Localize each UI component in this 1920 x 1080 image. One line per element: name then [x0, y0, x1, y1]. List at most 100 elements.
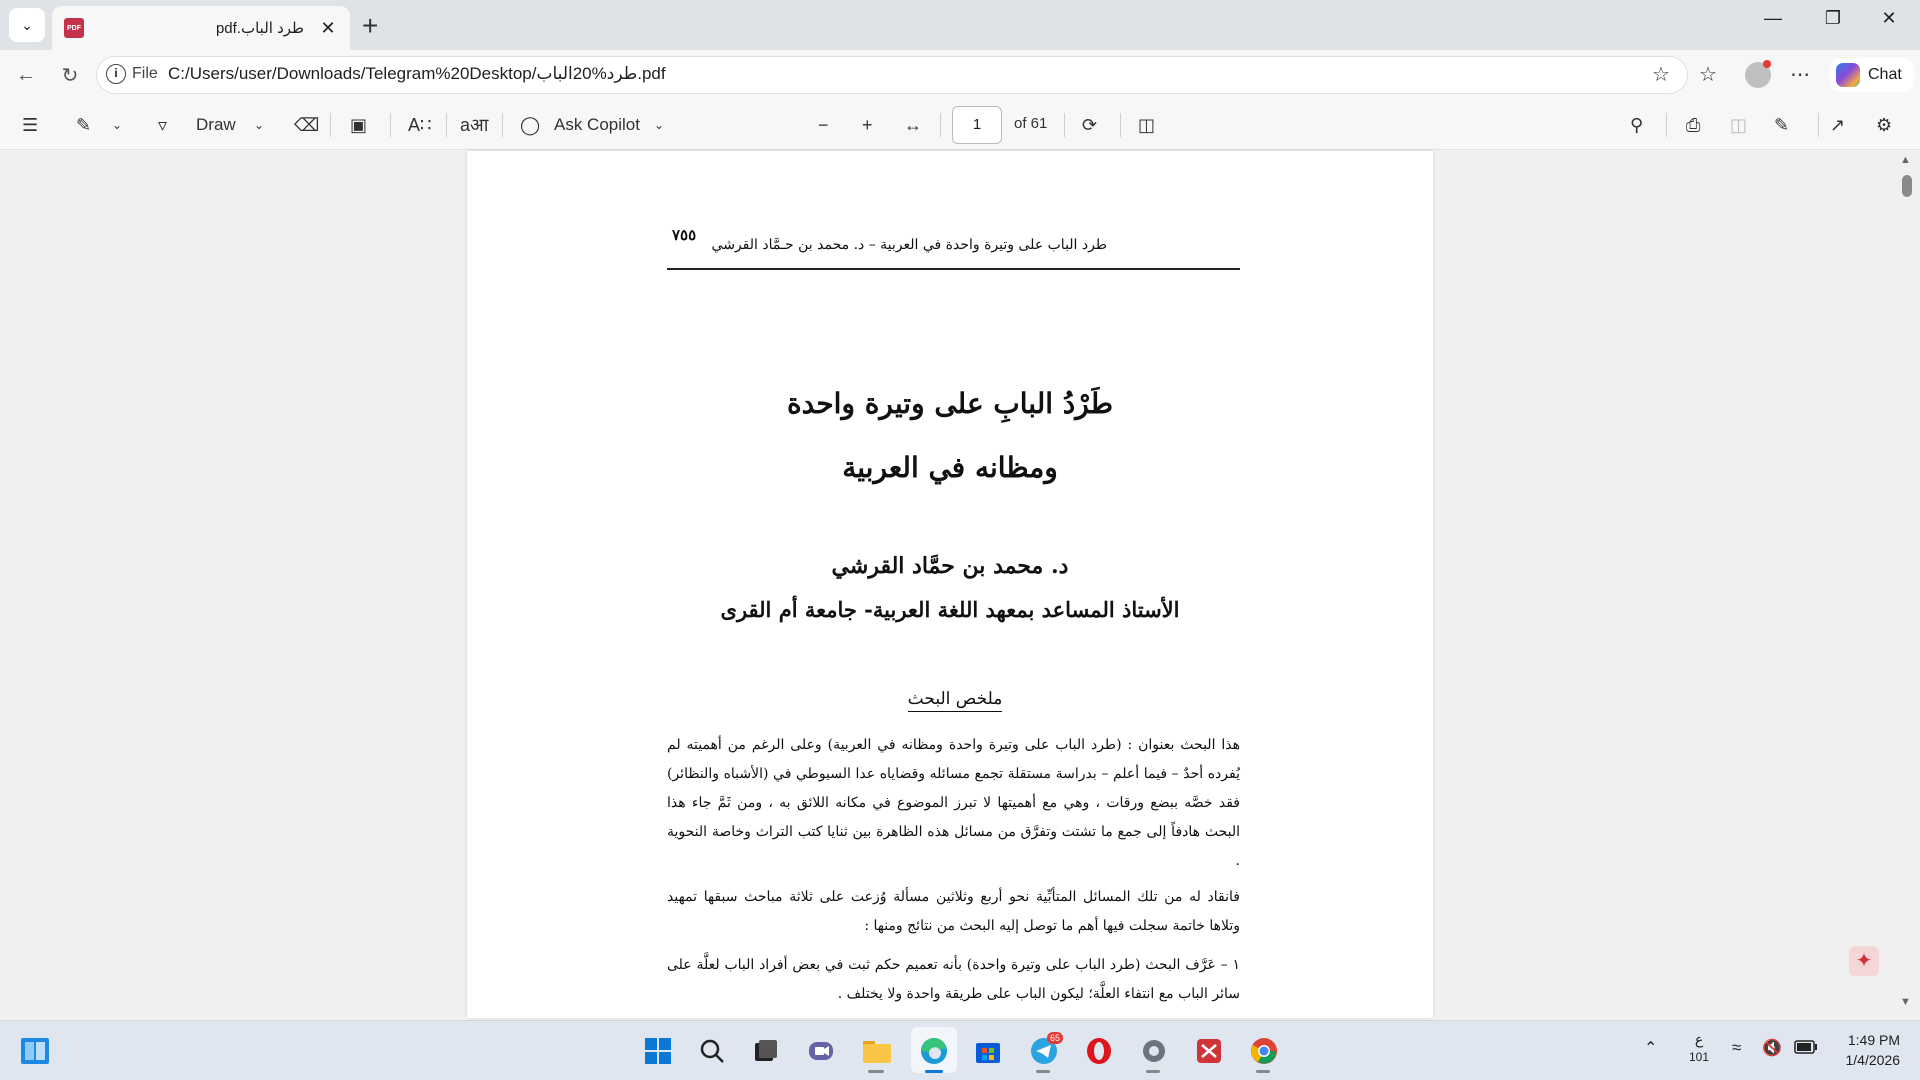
contents-list-icon[interactable]: ☰: [22, 114, 38, 136]
opera-icon[interactable]: [1084, 1036, 1114, 1066]
language-script: ع: [1694, 1031, 1704, 1047]
wifi-icon[interactable]: ≈: [1732, 1038, 1741, 1058]
widgets-icon[interactable]: [20, 1036, 50, 1066]
running-indicator: [1146, 1070, 1160, 1073]
file-explorer-icon[interactable]: [862, 1036, 892, 1066]
battery-icon[interactable]: [1794, 1040, 1818, 1057]
back-arrow-icon[interactable]: ←: [12, 62, 40, 88]
chevron-down-icon[interactable]: ⌄: [112, 114, 122, 136]
header-rule: [667, 268, 1240, 270]
browser-tab[interactable]: PDF طرد الباب.pdf ✕: [52, 6, 350, 50]
search-icon[interactable]: ⚲: [1630, 114, 1643, 136]
chevron-down-icon: ⌄: [21, 16, 33, 33]
snipping-tool-icon[interactable]: [1194, 1036, 1224, 1066]
refresh-icon[interactable]: ↻: [56, 62, 84, 88]
favorite-star-icon[interactable]: ☆: [1652, 62, 1670, 87]
system-clock[interactable]: 1:49 PM 1/4/2026: [1838, 1030, 1901, 1070]
zoom-out-icon[interactable]: −: [818, 114, 829, 136]
divider: [1818, 113, 1819, 137]
taskbar: [0, 1020, 1920, 1080]
running-indicator: [1256, 1070, 1270, 1073]
read-aloud-icon[interactable]: A∷: [408, 114, 431, 136]
favorites-list-icon[interactable]: ☆: [1699, 62, 1717, 87]
language-code: 101: [1688, 1050, 1710, 1064]
page-view-icon[interactable]: ◫: [1138, 114, 1155, 136]
fit-width-icon[interactable]: ↔: [904, 114, 922, 136]
task-view-icon[interactable]: [751, 1036, 781, 1066]
divider: [330, 113, 331, 137]
running-indicator: [868, 1070, 884, 1073]
divider: [446, 113, 447, 137]
divider: [1064, 113, 1065, 137]
divider: [502, 113, 503, 137]
info-icon[interactable]: i: [106, 64, 126, 84]
clock-date: 1/4/2026: [1845, 1052, 1901, 1068]
notification-dot: [1763, 60, 1771, 68]
meet-icon[interactable]: [806, 1036, 836, 1066]
chevron-down-icon[interactable]: ⌄: [654, 114, 664, 136]
translate-icon[interactable]: aआ: [460, 114, 488, 136]
author-affiliation: الأستاذ المساعد بمعهد اللغة العربية- جام…: [720, 597, 1180, 622]
scrollbar[interactable]: [1896, 151, 1920, 1018]
notification-badge: 65: [1047, 1032, 1063, 1044]
save-icon[interactable]: ◫: [1730, 114, 1747, 136]
highlight-icon[interactable]: ✎: [76, 114, 91, 136]
chrome-icon[interactable]: [1249, 1036, 1279, 1066]
language-indicator[interactable]: ع 101: [1688, 1030, 1710, 1066]
fullscreen-icon[interactable]: ↗: [1830, 114, 1845, 136]
chevron-down-icon[interactable]: ⌄: [254, 114, 264, 136]
divider: [940, 113, 941, 137]
show-hidden-icons-icon[interactable]: ⌃: [1644, 1038, 1657, 1058]
zoom-in-icon[interactable]: +: [862, 114, 873, 136]
document-title-line2: ومظانه في العربية: [842, 451, 1058, 484]
clock-time: 1:49 PM: [1847, 1032, 1900, 1048]
abstract-heading: ملخص البحث: [467, 689, 1433, 712]
scheme-label: File: [132, 65, 158, 82]
scroll-up-icon[interactable]: ▲: [1900, 154, 1911, 166]
divider: [1666, 113, 1667, 137]
scroll-down-icon[interactable]: ▼: [1900, 996, 1911, 1008]
close-window-icon[interactable]: ✕: [1866, 8, 1912, 29]
start-menu-icon[interactable]: [643, 1036, 673, 1066]
ask-copilot-label[interactable]: Ask Copilot: [554, 114, 640, 136]
copilot-icon: [1836, 63, 1860, 87]
add-text-icon[interactable]: ▣: [350, 114, 367, 136]
divider: [1120, 113, 1121, 137]
eraser-icon[interactable]: ⌫: [294, 114, 319, 136]
minimize-icon[interactable]: —: [1750, 8, 1796, 29]
copilot-chat-button[interactable]: Chat: [1830, 58, 1914, 92]
maximize-icon[interactable]: ❐: [1810, 8, 1856, 29]
draw-icon[interactable]: ▿: [158, 114, 167, 136]
abstract-heading-text: ملخص البحث: [907, 689, 1003, 712]
new-tab-button[interactable]: +: [362, 10, 378, 42]
pdf-page: ٧٥٥ طرد الباب على وتيرة واحدة في العربية…: [467, 151, 1433, 1018]
volume-muted-icon[interactable]: 🔇: [1762, 1038, 1782, 1058]
page-header-text: طرد الباب على وتيرة واحدة في العربية – د…: [711, 237, 1107, 253]
chat-label: Chat: [1868, 66, 1902, 83]
edge-browser-icon[interactable]: [919, 1036, 949, 1066]
scroll-thumb[interactable]: [1902, 175, 1912, 197]
acrobat-icon[interactable]: ✦: [1849, 946, 1879, 976]
close-tab-icon[interactable]: ✕: [318, 18, 338, 39]
author-name: د. محمد بن حمَّاد القرشي: [831, 553, 1069, 579]
more-menu-icon[interactable]: ⋯: [1790, 62, 1810, 87]
save-as-icon[interactable]: ✎: [1774, 114, 1789, 136]
store-icon[interactable]: [973, 1036, 1003, 1066]
page-total-label: of 61: [1014, 115, 1048, 132]
print-icon[interactable]: ⎙: [1686, 114, 1700, 136]
settings-gear-icon[interactable]: ⚙: [1876, 114, 1892, 136]
draw-label[interactable]: Draw: [196, 114, 236, 136]
settings-gear-icon[interactable]: [1139, 1036, 1169, 1066]
document-title-line1: طَرْدُ البابِ على وتيرة واحدة: [786, 387, 1114, 420]
copilot-icon[interactable]: ◯: [520, 114, 540, 136]
page-number-input[interactable]: 1: [952, 106, 1002, 144]
pdf-file-icon: PDF: [64, 18, 84, 38]
rotate-icon[interactable]: ⟳: [1082, 114, 1097, 136]
running-indicator: [1036, 1070, 1050, 1073]
page-header-number: ٧٥٥: [672, 226, 697, 244]
url-text[interactable]: C:/Users/user/Downloads/Telegram%20Deskt…: [168, 64, 666, 84]
active-indicator: [925, 1070, 943, 1073]
search-icon[interactable]: [697, 1036, 727, 1066]
tab-title: طرد الباب.pdf: [215, 20, 304, 37]
tab-actions-button[interactable]: ⌄: [9, 8, 45, 42]
